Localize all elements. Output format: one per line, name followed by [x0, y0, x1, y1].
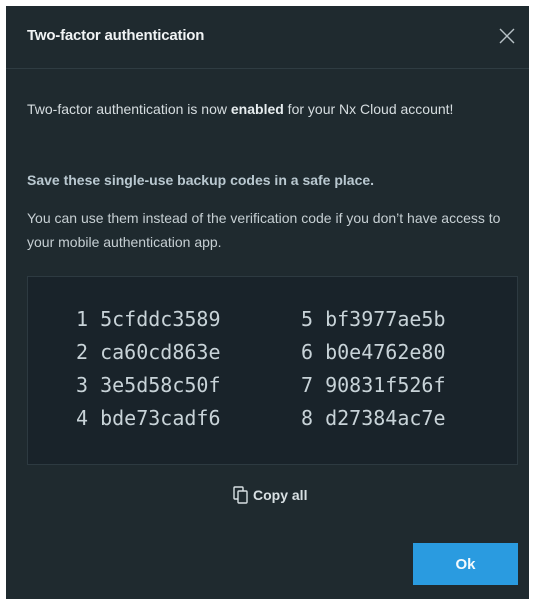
enabled-message-suffix: for your Nx Cloud account!: [283, 101, 454, 117]
backup-code-row: 4 bde73cadf6: [76, 402, 221, 435]
backup-codes-box: 1 5cfddc3589 2 ca60cd863e 3 3e5d58c50f 4…: [27, 276, 518, 465]
backup-codes-column-right: 5 bf3977ae5b 6 b0e4762e80 7 90831f526f 8…: [301, 303, 446, 435]
close-icon: [499, 28, 515, 44]
copy-all-button[interactable]: Copy all: [233, 483, 307, 507]
backup-code-row: 8 d27384ac7e: [301, 402, 446, 435]
backup-code: 90831f526f: [325, 373, 446, 397]
backup-code: b0e4762e80: [325, 340, 446, 364]
codes-description: You can use them instead of the verifica…: [27, 210, 501, 250]
two-factor-dialog: Two-factor authentication Two-factor aut…: [6, 6, 529, 599]
close-button[interactable]: [495, 24, 519, 48]
backup-code-row: 5 bf3977ae5b: [301, 303, 446, 336]
backup-code-number: 8: [301, 406, 314, 430]
backup-code-number: 7: [301, 373, 314, 397]
ok-button[interactable]: Ok: [413, 543, 518, 585]
backup-code-number: 4: [76, 406, 89, 430]
enabled-status: enabled: [230, 101, 284, 117]
backup-code-number: 5: [301, 307, 314, 331]
backup-code-number: 6: [301, 340, 314, 364]
enabled-message-prefix: Two-factor authentication is now: [27, 101, 231, 117]
backup-code: 5cfddc3589: [100, 307, 221, 331]
backup-code-row: 1 5cfddc3589: [76, 303, 221, 336]
copy-all-label: Copy all: [253, 487, 308, 503]
dialog-title: Two-factor authentication: [27, 27, 205, 44]
backup-code-number: 3: [76, 373, 89, 397]
backup-code: 3e5d58c50f: [100, 373, 221, 397]
backup-codes-column-left: 1 5cfddc3589 2 ca60cd863e 3 3e5d58c50f 4…: [76, 303, 221, 435]
backup-code-row: 6 b0e4762e80: [301, 336, 446, 369]
backup-code-number: 2: [76, 340, 89, 364]
backup-code-row: 2 ca60cd863e: [76, 336, 221, 369]
enabled-message: Two-factor authentication is now enabled…: [27, 99, 507, 120]
backup-code: d27384ac7e: [325, 406, 446, 430]
copy-icon: [233, 486, 248, 504]
save-codes-heading: Save these single-use backup codes in a …: [27, 172, 375, 188]
dialog-header: Two-factor authentication: [6, 6, 529, 69]
backup-code: bf3977ae5b: [325, 307, 446, 331]
backup-code: ca60cd863e: [100, 340, 221, 364]
backup-code-row: 7 90831f526f: [301, 369, 446, 402]
backup-code-number: 1: [76, 307, 89, 331]
backup-code-row: 3 3e5d58c50f: [76, 369, 221, 402]
backup-code: bde73cadf6: [100, 406, 221, 430]
